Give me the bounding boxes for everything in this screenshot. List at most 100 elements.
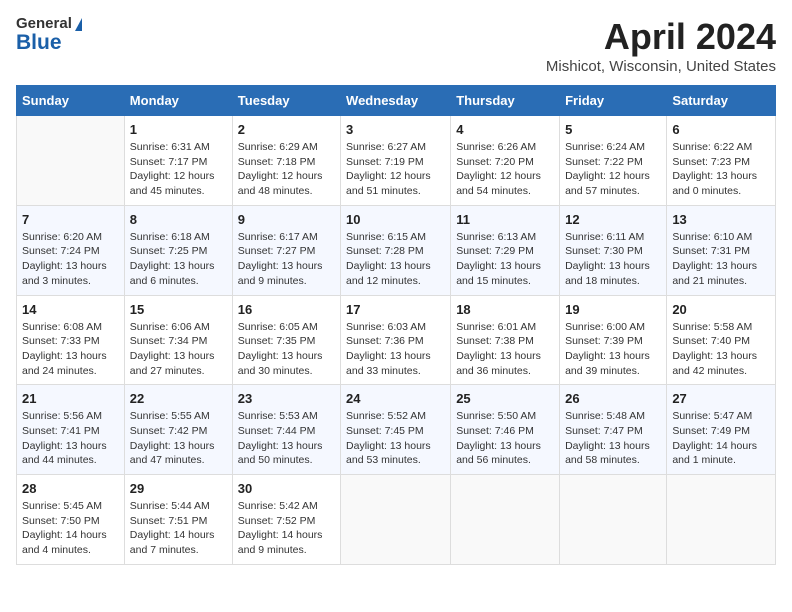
calendar-cell: 16Sunrise: 6:05 AMSunset: 7:35 PMDayligh… [232,295,340,385]
calendar-cell: 1 Sunrise: 6:31 AMSunset: 7:17 PMDaylight… [124,116,232,206]
calendar-cell: 17 Sunrise: 6:03 AMSunset: 7:36 PMDayligh… [341,295,451,385]
day-number: 11 [456,212,554,227]
day-number: 24 [346,391,445,406]
day-number: 22 [130,391,227,406]
day-number: 4 [456,122,554,137]
day-number: 1 [130,122,227,137]
day-info: Sunrise: 6:20 AMSunset: 7:24 PMDaylight:… [22,230,119,289]
location-text: Mishicot, Wisconsin, United States [546,58,776,75]
column-header-wednesday: Wednesday [341,86,451,116]
day-info: Sunrise: 5:45 AMSunset: 7:50 PMDaylight:… [22,499,119,558]
calendar-cell: 27 Sunrise: 5:47 AMSunset: 7:49 PMDayligh… [667,385,776,475]
day-number: 10 [346,212,445,227]
calendar-cell: 8 Sunrise: 6:18 AMSunset: 7:25 PMDaylight… [124,205,232,295]
day-info: Sunrise: 5:48 AMSunset: 7:47 PMDaylight:… [565,409,661,468]
calendar-cell: 15Sunrise: 6:06 AMSunset: 7:34 PMDayligh… [124,295,232,385]
calendar-cell: 9Sunrise: 6:17 AMSunset: 7:27 PMDaylight… [232,205,340,295]
day-number: 9 [238,212,335,227]
calendar-cell [451,475,560,565]
column-header-sunday: Sunday [17,86,125,116]
day-number: 18 [456,302,554,317]
calendar-cell: 21 Sunrise: 5:56 AMSunset: 7:41 PMDayligh… [17,385,125,475]
day-number: 28 [22,481,119,496]
calendar-cell [560,475,667,565]
calendar-cell: 3 Sunrise: 6:27 AMSunset: 7:19 PMDaylight… [341,116,451,206]
day-number: 25 [456,391,554,406]
day-number: 2 [238,122,335,137]
day-info: Sunrise: 5:58 AMSunset: 7:40 PMDaylight:… [672,320,770,379]
day-info: Sunrise: 6:26 AMSunset: 7:20 PMDaylight:… [456,140,554,199]
logo-triangle-icon [75,18,82,31]
calendar-week-row: 21 Sunrise: 5:56 AMSunset: 7:41 PMDayligh… [17,385,776,475]
calendar-week-row: 28 Sunrise: 5:45 AMSunset: 7:50 PMDayligh… [17,475,776,565]
day-info: Sunrise: 6:03 AMSunset: 7:36 PMDaylight:… [346,320,445,379]
day-info: Sunrise: 6:00 AMSunset: 7:39 PMDaylight:… [565,320,661,379]
calendar-header-row: SundayMondayTuesdayWednesdayThursdayFrid… [17,86,776,116]
column-header-saturday: Saturday [667,86,776,116]
day-info: Sunrise: 6:13 AMSunset: 7:29 PMDaylight:… [456,230,554,289]
day-number: 21 [22,391,119,406]
day-number: 8 [130,212,227,227]
month-title: April 2024 [546,16,776,58]
calendar-cell: 25 Sunrise: 5:50 AMSunset: 7:46 PMDayligh… [451,385,560,475]
calendar-cell: 28 Sunrise: 5:45 AMSunset: 7:50 PMDayligh… [17,475,125,565]
day-number: 27 [672,391,770,406]
calendar-cell: 4 Sunrise: 6:26 AMSunset: 7:20 PMDaylight… [451,116,560,206]
calendar-cell: 11 Sunrise: 6:13 AMSunset: 7:29 PMDayligh… [451,205,560,295]
calendar-cell [341,475,451,565]
calendar-cell: 22 Sunrise: 5:55 AMSunset: 7:42 PMDayligh… [124,385,232,475]
day-info: Sunrise: 6:29 AMSunset: 7:18 PMDaylight:… [238,140,335,199]
day-info: Sunrise: 6:05 AMSunset: 7:35 PMDaylight:… [238,320,335,379]
day-info: Sunrise: 5:42 AMSunset: 7:52 PMDaylight:… [238,499,335,558]
day-info: Sunrise: 5:47 AMSunset: 7:49 PMDaylight:… [672,409,770,468]
day-number: 15 [130,302,227,317]
page-header: General Blue April 2024 Mishicot, Wiscon… [16,16,776,75]
day-number: 29 [130,481,227,496]
calendar-cell: 19Sunrise: 6:00 AMSunset: 7:39 PMDayligh… [560,295,667,385]
day-number: 20 [672,302,770,317]
day-info: Sunrise: 6:31 AMSunset: 7:17 PMDaylight:… [130,140,227,199]
day-number: 23 [238,391,335,406]
calendar-cell [667,475,776,565]
day-number: 3 [346,122,445,137]
day-info: Sunrise: 6:24 AMSunset: 7:22 PMDaylight:… [565,140,661,199]
day-info: Sunrise: 5:56 AMSunset: 7:41 PMDaylight:… [22,409,119,468]
calendar-cell: 5Sunrise: 6:24 AMSunset: 7:22 PMDaylight… [560,116,667,206]
column-header-thursday: Thursday [451,86,560,116]
calendar-cell: 29 Sunrise: 5:44 AMSunset: 7:51 PMDayligh… [124,475,232,565]
day-info: Sunrise: 5:55 AMSunset: 7:42 PMDaylight:… [130,409,227,468]
calendar-cell: 20 Sunrise: 5:58 AMSunset: 7:40 PMDayligh… [667,295,776,385]
calendar-table: SundayMondayTuesdayWednesdayThursdayFrid… [16,85,776,565]
day-info: Sunrise: 6:27 AMSunset: 7:19 PMDaylight:… [346,140,445,199]
calendar-cell: 18Sunrise: 6:01 AMSunset: 7:38 PMDayligh… [451,295,560,385]
calendar-cell: 6Sunrise: 6:22 AMSunset: 7:23 PMDaylight… [667,116,776,206]
column-header-monday: Monday [124,86,232,116]
day-number: 14 [22,302,119,317]
day-info: Sunrise: 5:53 AMSunset: 7:44 PMDaylight:… [238,409,335,468]
column-header-tuesday: Tuesday [232,86,340,116]
column-header-friday: Friday [560,86,667,116]
day-info: Sunrise: 5:44 AMSunset: 7:51 PMDaylight:… [130,499,227,558]
calendar-cell: 30 Sunrise: 5:42 AMSunset: 7:52 PMDayligh… [232,475,340,565]
calendar-cell: 2 Sunrise: 6:29 AMSunset: 7:18 PMDaylight… [232,116,340,206]
day-number: 26 [565,391,661,406]
calendar-cell: 13Sunrise: 6:10 AMSunset: 7:31 PMDayligh… [667,205,776,295]
calendar-cell: 10Sunrise: 6:15 AMSunset: 7:28 PMDayligh… [341,205,451,295]
calendar-cell: 12Sunrise: 6:11 AMSunset: 7:30 PMDayligh… [560,205,667,295]
calendar-cell [17,116,125,206]
day-info: Sunrise: 5:52 AMSunset: 7:45 PMDaylight:… [346,409,445,468]
calendar-week-row: 1 Sunrise: 6:31 AMSunset: 7:17 PMDaylight… [17,116,776,206]
day-info: Sunrise: 6:18 AMSunset: 7:25 PMDaylight:… [130,230,227,289]
calendar-week-row: 7Sunrise: 6:20 AMSunset: 7:24 PMDaylight… [17,205,776,295]
day-info: Sunrise: 5:50 AMSunset: 7:46 PMDaylight:… [456,409,554,468]
calendar-cell: 7Sunrise: 6:20 AMSunset: 7:24 PMDaylight… [17,205,125,295]
day-number: 17 [346,302,445,317]
day-info: Sunrise: 6:22 AMSunset: 7:23 PMDaylight:… [672,140,770,199]
calendar-cell: 14 Sunrise: 6:08 AMSunset: 7:33 PMDayligh… [17,295,125,385]
day-info: Sunrise: 6:08 AMSunset: 7:33 PMDaylight:… [22,320,119,379]
day-number: 30 [238,481,335,496]
calendar-cell: 26 Sunrise: 5:48 AMSunset: 7:47 PMDayligh… [560,385,667,475]
calendar-cell: 24 Sunrise: 5:52 AMSunset: 7:45 PMDayligh… [341,385,451,475]
calendar-week-row: 14 Sunrise: 6:08 AMSunset: 7:33 PMDayligh… [17,295,776,385]
title-block: April 2024 Mishicot, Wisconsin, United S… [546,16,776,75]
